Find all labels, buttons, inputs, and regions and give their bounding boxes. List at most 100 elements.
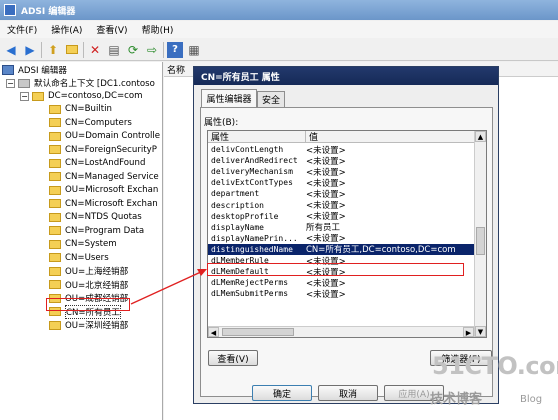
tree-item-label: CN=Microsoft Exchan xyxy=(65,198,158,209)
attribute-row[interactable]: displayNamePrin... <未设置> xyxy=(208,233,475,245)
tree-item[interactable]: CN=System xyxy=(49,238,117,250)
attribute-row[interactable]: description <未设置> xyxy=(208,200,475,212)
attribute-row[interactable]: dLMemRejectPerms <未设置> xyxy=(208,277,475,289)
tree-domain-node[interactable]: − DC=contoso,DC=com xyxy=(20,90,143,102)
folder-icon xyxy=(49,226,61,235)
ok-button[interactable]: 确定 xyxy=(252,385,312,401)
menu-help[interactable]: 帮助(H) xyxy=(135,23,181,36)
attr-name: desktopProfile xyxy=(211,211,279,221)
scroll-down-icon[interactable]: ▼ xyxy=(475,326,486,337)
scroll-thumb[interactable] xyxy=(222,328,294,336)
tab-attribute-editor[interactable]: 属性编辑器 xyxy=(201,89,257,107)
help-icon[interactable]: ? xyxy=(167,41,183,58)
tree-item[interactable]: OU=Domain Controlle xyxy=(49,130,160,142)
vertical-scrollbar[interactable]: ▲ ▼ xyxy=(474,131,486,337)
cancel-button[interactable]: 取消 xyxy=(318,385,378,401)
attribute-row[interactable]: delivContLength <未设置> xyxy=(208,144,475,156)
tree-context-node[interactable]: − 默认命名上下文 [DC1.contoso xyxy=(6,77,155,89)
tree-item-label: OU=Microsoft Exchan xyxy=(65,185,159,195)
forward-icon[interactable]: ▶ xyxy=(22,42,38,58)
tree-item[interactable]: OU=北京经销部 xyxy=(49,279,128,291)
attr-name: dLMemSubmitPerms xyxy=(211,289,289,299)
attribute-row[interactable]: displayName 所有员工 xyxy=(208,222,475,234)
folder-icon xyxy=(49,280,61,289)
app-icon xyxy=(4,4,16,16)
tree-item-label: OU=北京经销部 xyxy=(65,280,129,291)
tree-item[interactable]: CN=Microsoft Exchan xyxy=(49,198,158,210)
column-label: 值 xyxy=(309,133,319,143)
column-attribute[interactable]: 属性 xyxy=(208,131,306,143)
folder-icon xyxy=(49,199,61,208)
attr-name: delivExtContTypes xyxy=(211,178,293,188)
attribute-row[interactable]: delivExtContTypes <未设置> xyxy=(208,177,475,189)
scroll-left-icon[interactable]: ◀ xyxy=(208,327,219,337)
folder-icon xyxy=(49,145,61,154)
attribute-row[interactable]: dLMemSubmitPerms <未设置> xyxy=(208,288,475,300)
attr-name: description xyxy=(211,200,264,210)
menu-bar: 文件(F) 操作(A) 查看(V) 帮助(H) xyxy=(0,21,558,38)
delete-icon[interactable]: ✕ xyxy=(87,42,103,58)
tree-item[interactable]: OU=Microsoft Exchan xyxy=(49,184,158,196)
attribute-row-selected[interactable]: distinguishedName CN=所有员工,DC=contoso,DC=c… xyxy=(208,243,475,255)
cancel-button-label: 取消 xyxy=(338,389,357,400)
collapse-icon[interactable]: − xyxy=(20,91,29,101)
tree-item-label: CN=Users xyxy=(65,252,109,263)
tree-item[interactable]: CN=Computers xyxy=(49,117,132,129)
list-column-name[interactable]: 名称 xyxy=(167,63,185,76)
properties-icon[interactable]: ▤ xyxy=(106,42,122,58)
up-icon[interactable]: ⬆ xyxy=(45,42,61,58)
toolbar-separator xyxy=(41,41,42,58)
collapse-icon[interactable]: − xyxy=(6,78,15,88)
back-icon[interactable]: ◀ xyxy=(3,42,19,58)
tree-item-label: CN=LostAndFound xyxy=(65,158,146,168)
tree-root[interactable]: ADSI 编辑器 xyxy=(2,64,67,76)
attribute-row[interactable]: deliverAndRedirect <未设置> xyxy=(208,155,475,167)
tree-item[interactable]: CN=LostAndFound xyxy=(49,157,145,169)
watermark-logo: 51CTO.com xyxy=(432,352,558,380)
tree-item[interactable]: CN=Program Data xyxy=(49,225,144,237)
folder-icon xyxy=(49,185,61,195)
refresh-icon[interactable]: ⟳ xyxy=(125,42,141,58)
adsi-icon xyxy=(2,65,14,75)
column-label: 属性 xyxy=(211,133,230,143)
attribute-row[interactable]: department <未设置> xyxy=(208,188,475,200)
tree-item-label: CN=Builtin xyxy=(65,104,112,114)
window-title: ADSI 编辑器 xyxy=(21,6,76,17)
title-bar: ADSI 编辑器 xyxy=(0,0,558,20)
attribute-row[interactable]: desktopProfile <未设置> xyxy=(208,211,475,223)
watermark: 51CTO.com 技术博客 Blog xyxy=(420,352,558,416)
folder-icon xyxy=(49,266,61,276)
toolbar-separator xyxy=(83,41,84,58)
scroll-thumb[interactable] xyxy=(476,227,485,255)
menu-view[interactable]: 查看(V) xyxy=(89,23,134,36)
attribute-row[interactable]: deliveryMechanism <未设置> xyxy=(208,166,475,178)
tree-item-label: OU=深圳经销部 xyxy=(65,321,129,331)
tree-item[interactable]: CN=Builtin xyxy=(49,103,112,115)
tree-item[interactable]: CN=ForeignSecurityP xyxy=(49,144,157,156)
tree-item[interactable]: CN=NTDS Quotas xyxy=(49,211,142,223)
column-value[interactable]: 值 xyxy=(306,131,475,143)
ok-button-label: 确定 xyxy=(272,389,291,400)
tree-context-label: 默认命名上下文 [DC1.contoso xyxy=(34,79,155,89)
tree-item[interactable]: CN=Managed Service xyxy=(49,171,159,183)
watermark-blog: Blog xyxy=(520,394,543,405)
tab-security[interactable]: 安全 xyxy=(257,91,285,107)
folder-icon xyxy=(49,104,61,114)
folder-icon[interactable] xyxy=(64,42,80,58)
toolbar-separator xyxy=(163,41,164,58)
tree-item-label: CN=NTDS Quotas xyxy=(65,212,142,222)
menu-action[interactable]: 操作(A) xyxy=(44,23,89,36)
attributes-label: 属性(B): xyxy=(204,118,239,128)
tree-item[interactable]: OU=深圳经销部 xyxy=(49,319,128,331)
view-button[interactable]: 查看(V) xyxy=(208,350,258,366)
scroll-right-icon[interactable]: ▶ xyxy=(463,327,474,337)
scroll-up-icon[interactable]: ▲ xyxy=(475,131,486,142)
tree-item[interactable]: OU=上海经销部 xyxy=(49,265,128,277)
export-icon[interactable]: ⇨ xyxy=(144,42,160,58)
tree-item[interactable]: CN=Users xyxy=(49,252,109,264)
menu-file[interactable]: 文件(F) xyxy=(0,23,44,36)
annotation-box-attribute xyxy=(207,263,464,276)
attribute-list[interactable]: 属性 值 delivContLength <未设置> deliverAndRedi… xyxy=(207,130,487,338)
horizontal-scrollbar[interactable]: ◀ ▶ xyxy=(208,326,474,337)
view-icon[interactable]: ▦ xyxy=(186,42,202,58)
